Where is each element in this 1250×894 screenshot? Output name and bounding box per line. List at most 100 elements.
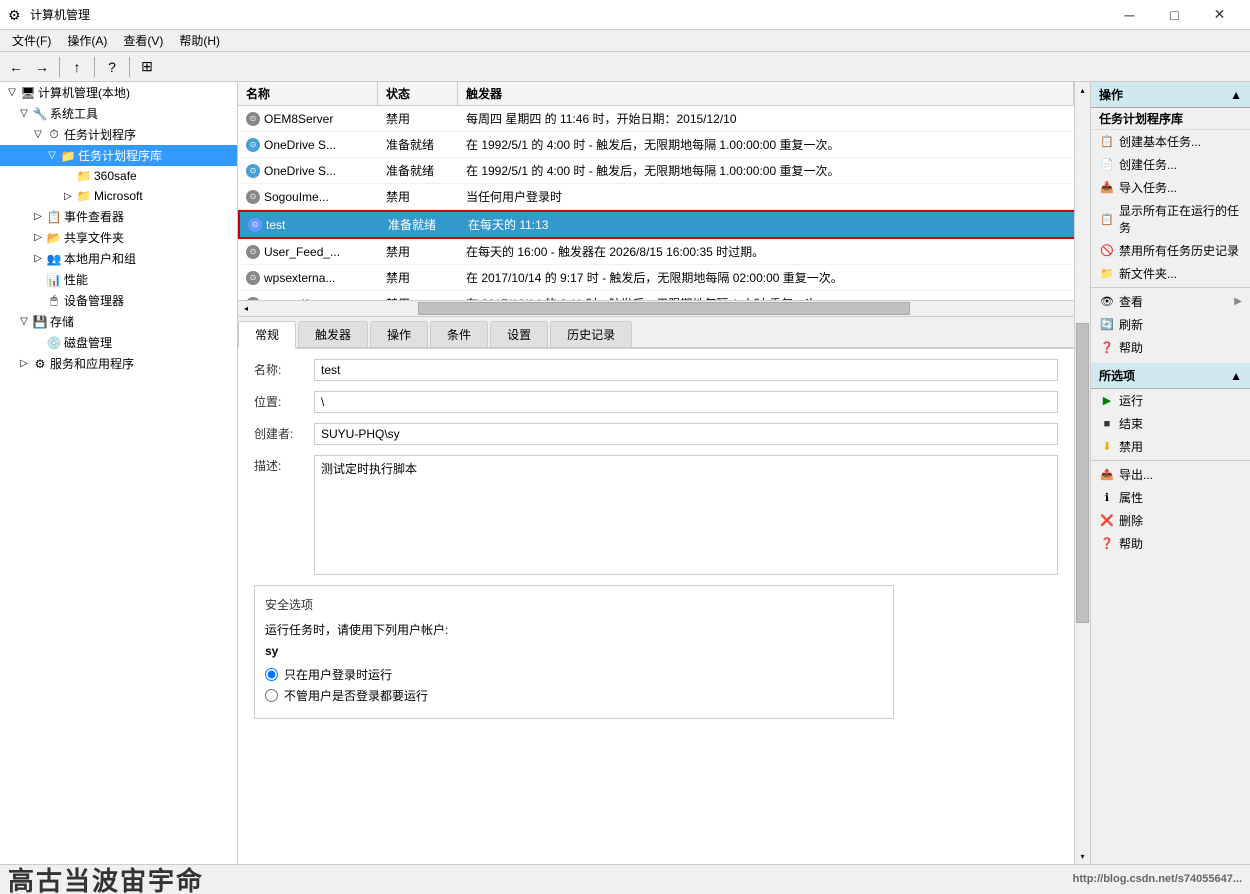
sidebar-item-shared-folder[interactable]: ▷ 📂 共享文件夹 [0,227,237,248]
tab-triggers[interactable]: 触发器 [298,321,368,347]
h-scrollbar-thumb[interactable] [418,302,910,315]
security-section: 安全选项 运行任务时，请使用下列用户帐户: sy 只在用户登录时运行 不管用户是… [254,585,894,719]
maximize-button[interactable]: □ [1152,0,1197,30]
sidebar-item-sys-tools[interactable]: ▽ 🔧 系统工具 [0,103,237,124]
root-expand-icon[interactable]: ▽ [4,85,20,101]
sidebar-item-performance[interactable]: ▷ 📊 性能 [0,269,237,290]
right-action-import[interactable]: 📥 导入任务... [1091,176,1250,199]
right-action-help1[interactable]: ❓ 帮助 [1091,336,1250,359]
tab-settings[interactable]: 设置 [490,321,548,347]
tab-history[interactable]: 历史记录 [550,321,632,347]
v-scrollbar-thumb[interactable] [1076,323,1089,623]
sidebar-item-task-lib[interactable]: ▽ 📁 任务计划程序库 [0,145,237,166]
h-scrollbar-track[interactable] [254,301,1074,316]
v-scrollbar-up[interactable]: ▴ [1075,82,1090,98]
sidebar-item-task-scheduler[interactable]: ▽ ⏱ 任务计划程序 [0,124,237,145]
close-button[interactable]: ✕ [1197,0,1242,30]
right-action-properties[interactable]: ℹ 属性 [1091,486,1250,509]
detail-location-row: 位置: \ [254,391,1074,413]
menu-file[interactable]: 文件(F) [4,30,59,51]
radio-login[interactable] [265,668,278,681]
storage-expand-icon[interactable]: ▽ [16,314,32,330]
menu-help[interactable]: 帮助(H) [171,30,228,51]
export-label: 导出... [1119,466,1153,483]
task-row[interactable]: ⊙ wpsexterna... 禁用 在 2017/10/14 的 9:17 时… [238,265,1090,291]
task-status: 准备就绪 [380,214,460,235]
right-action-run[interactable]: ▶ 运行 [1091,389,1250,412]
help1-label: 帮助 [1119,339,1143,356]
task-row[interactable]: ⊙ OneDrive S... 准备就绪 在 1992/5/1 的 4:00 时… [238,132,1090,158]
sidebar-item-disk-mgr[interactable]: ▷ 💿 磁盘管理 [0,332,237,353]
sidebar-item-microsoft[interactable]: ▷ 📁 Microsoft [0,186,237,206]
right-section1-subtitle: 任务计划程序库 [1091,108,1250,130]
sidebar-item-services[interactable]: ▷ ⚙ 服务和应用程序 [0,353,237,374]
tab-conditions[interactable]: 条件 [430,321,488,347]
task-status: 禁用 [378,241,458,262]
col-header-status[interactable]: 状态 [378,82,458,105]
menu-action[interactable]: 操作(A) [59,30,115,51]
task-row[interactable]: ⊙ wpsnotifyta... 禁用 在 2017/10/14 的 8:11 … [238,291,1090,300]
tab-actions[interactable]: 操作 [370,321,428,347]
task-row[interactable]: ⊙ SogouIme... 禁用 当任何用户登录时 [238,184,1090,210]
sidebar-item-local-users[interactable]: ▷ 👥 本地用户和组 [0,248,237,269]
right-action-new-folder[interactable]: 📁 新文件夹... [1091,262,1250,285]
help2-label: 帮助 [1119,535,1143,552]
v-scrollbar-down[interactable]: ▾ [1075,848,1090,864]
task-row[interactable]: ⊙ User_Feed_... 禁用 在每天的 16:00 - 触发器在 202… [238,239,1090,265]
right-section1-label: 操作 [1099,86,1123,103]
name-value: test [314,359,1058,381]
up-button[interactable]: ↑ [65,55,89,79]
services-expand-icon[interactable]: ▷ [16,356,32,372]
sidebar-item-360safe[interactable]: ▷ 📁 360safe [0,166,237,186]
task-list: 名称 状态 触发器 ⊙ OEM8Server 禁用 每周四 星期四 的 11:4… [238,82,1090,317]
shared-folder-expand-icon[interactable]: ▷ [30,230,46,246]
sidebar-item-storage[interactable]: ▽ 💾 存储 [0,311,237,332]
back-button[interactable]: ← [4,55,28,79]
menu-view[interactable]: 查看(V) [115,30,171,51]
services-icon: ⚙ [32,356,48,372]
right-action-disable-history[interactable]: 🚫 禁用所有任务历史记录 [1091,239,1250,262]
h-scrollbar-left[interactable]: ◂ [238,301,254,317]
right-action-stop[interactable]: ■ 结束 [1091,412,1250,435]
sidebar-item-event-viewer[interactable]: ▷ 📋 事件查看器 [0,206,237,227]
tree-root[interactable]: ▽ 🖥 计算机管理(本地) [0,82,237,103]
sys-tools-expand-icon[interactable]: ▽ [16,106,32,122]
task-row[interactable]: ⊙ OEM8Server 禁用 每周四 星期四 的 11:46 时，开始日期：2… [238,106,1090,132]
v-scrollbar[interactable]: ▴ ▾ [1074,82,1090,864]
right-action-disable[interactable]: ⬇ 禁用 [1091,435,1250,458]
right-action-help2[interactable]: ❓ 帮助 [1091,532,1250,555]
minimize-button[interactable]: ─ [1107,0,1152,30]
radio-no-login[interactable] [265,689,278,702]
right-action-view[interactable]: 👁 查看 ▶ [1091,290,1250,313]
task-lib-expand-icon[interactable]: ▽ [44,148,60,164]
window-title: 计算机管理 [30,6,90,23]
local-users-expand-icon[interactable]: ▷ [30,251,46,267]
right-action-refresh[interactable]: 🔄 刷新 [1091,313,1250,336]
event-viewer-expand-icon[interactable]: ▷ [30,209,46,225]
microsoft-icon: 📁 [76,188,92,204]
right-section1-collapse[interactable]: ▲ [1230,88,1242,102]
right-action-delete[interactable]: ❌ 删除 [1091,509,1250,532]
task-status: 禁用 [378,267,458,288]
tab-general[interactable]: 常规 [238,321,296,349]
microsoft-expand-icon[interactable]: ▷ [60,188,76,204]
sidebar-item-device-mgr[interactable]: ▷ 🖱 设备管理器 [0,290,237,311]
task-row[interactable]: ⊙ OneDrive S... 准备就绪 在 1992/5/1 的 4:00 时… [238,158,1090,184]
right-action-create-task[interactable]: 📄 创建任务... [1091,153,1250,176]
right-action-show-running[interactable]: 📋 显示所有正在运行的任务 [1091,199,1250,239]
sidebar: ▽ 🖥 计算机管理(本地) ▽ 🔧 系统工具 ▽ ⏱ 任务计划程序 ▽ 📁 任务… [0,82,238,894]
right-section2-title: 所选项 ▲ [1091,363,1250,389]
right-action-create-basic[interactable]: 📋 创建基本任务... [1091,130,1250,153]
h-scrollbar[interactable]: ◂ ▸ [238,300,1090,316]
task-sched-expand-icon[interactable]: ▽ [30,127,46,143]
right-action-export[interactable]: 📤 导出... [1091,463,1250,486]
refresh-icon: 🔄 [1099,317,1115,333]
help-button[interactable]: ? [100,55,124,79]
right-section2-collapse[interactable]: ▲ [1230,369,1242,383]
col-header-trigger[interactable]: 触发器 [458,82,1074,105]
forward-button[interactable]: → [30,55,54,79]
v-scrollbar-track[interactable] [1075,98,1090,848]
grid-button[interactable]: ⊞ [135,55,159,79]
col-header-name[interactable]: 名称 [238,82,378,105]
task-row-selected[interactable]: ⊙ test 准备就绪 在每天的 11:13 [238,210,1090,239]
